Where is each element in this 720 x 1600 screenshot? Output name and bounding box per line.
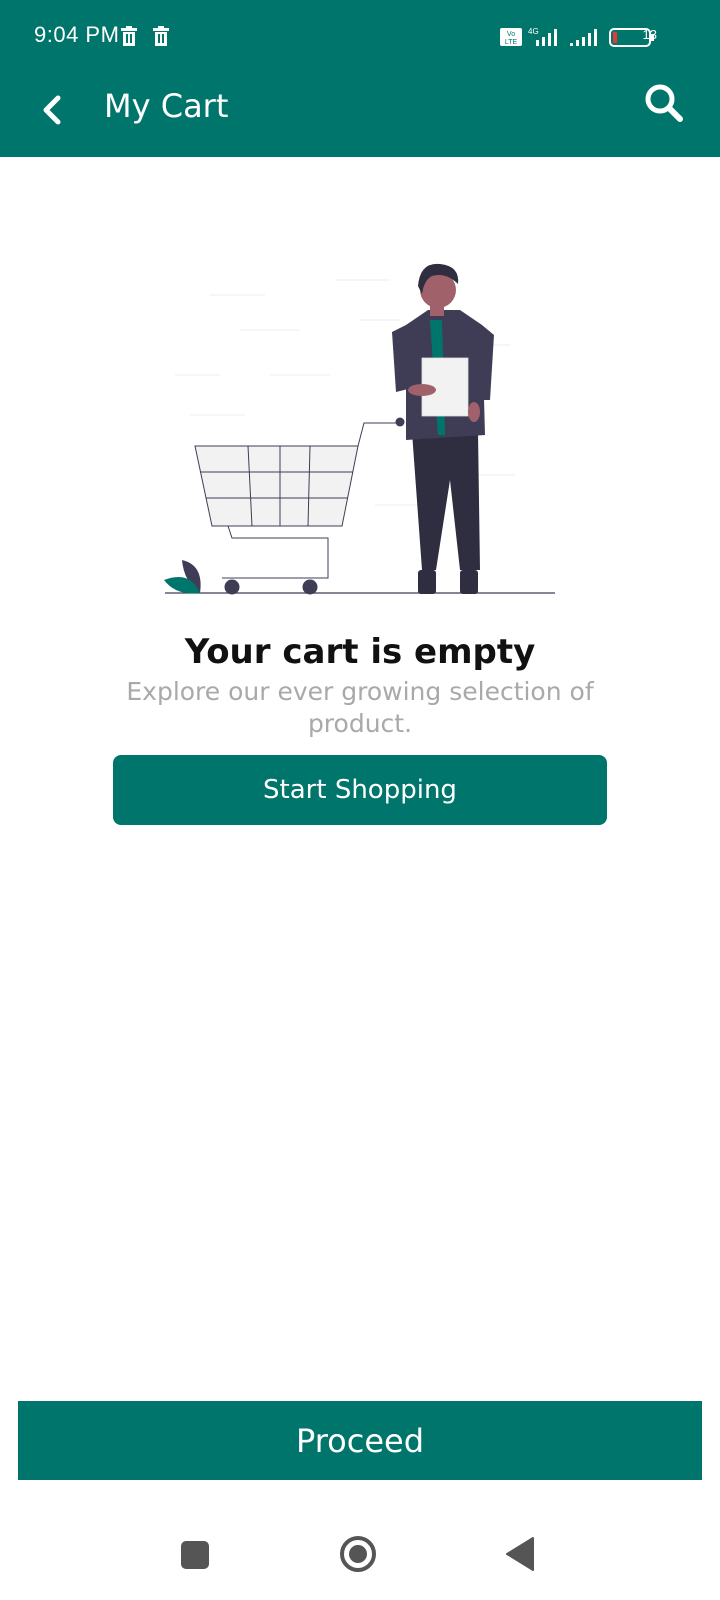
empty-cart-title: Your cart is empty xyxy=(184,632,536,672)
start-shopping-button[interactable]: Start Shopping xyxy=(113,755,607,825)
status-bar: 9:04 PM Vo LTE 4G 13 xyxy=(0,0,720,72)
svg-text:LTE: LTE xyxy=(505,39,518,46)
person-figure xyxy=(392,263,494,594)
empty-cart-illustration xyxy=(164,263,555,595)
search-icon[interactable] xyxy=(642,81,686,125)
4g-icon: 4G xyxy=(528,27,539,36)
chevron-left-icon[interactable] xyxy=(34,90,74,130)
recents-square-icon[interactable] xyxy=(180,1540,210,1570)
home-circle-icon[interactable] xyxy=(338,1534,378,1574)
battery-level: 13 xyxy=(642,27,657,42)
cart-wheel xyxy=(302,579,318,595)
trash-icon xyxy=(153,26,169,46)
cart-wheel xyxy=(224,579,240,595)
status-time: 9:04 PM xyxy=(34,22,120,47)
signal-icon xyxy=(536,29,557,46)
cart-handle-dot xyxy=(395,417,405,427)
system-nav-bar xyxy=(0,1510,720,1600)
app-bar: My Cart xyxy=(0,72,720,157)
proceed-button[interactable]: Proceed xyxy=(18,1401,702,1480)
volte-icon: Vo LTE xyxy=(500,28,522,46)
svg-text:4G: 4G xyxy=(528,27,539,36)
shopping-cart xyxy=(194,422,400,579)
back-triangle-icon[interactable] xyxy=(505,1536,535,1572)
svg-text:Vo: Vo xyxy=(507,31,515,38)
trash-icon xyxy=(121,26,137,46)
page-title: My Cart xyxy=(104,87,229,125)
empty-cart-subtitle: Explore our ever growing selection of pr… xyxy=(126,677,594,738)
signal-icon xyxy=(570,29,597,46)
